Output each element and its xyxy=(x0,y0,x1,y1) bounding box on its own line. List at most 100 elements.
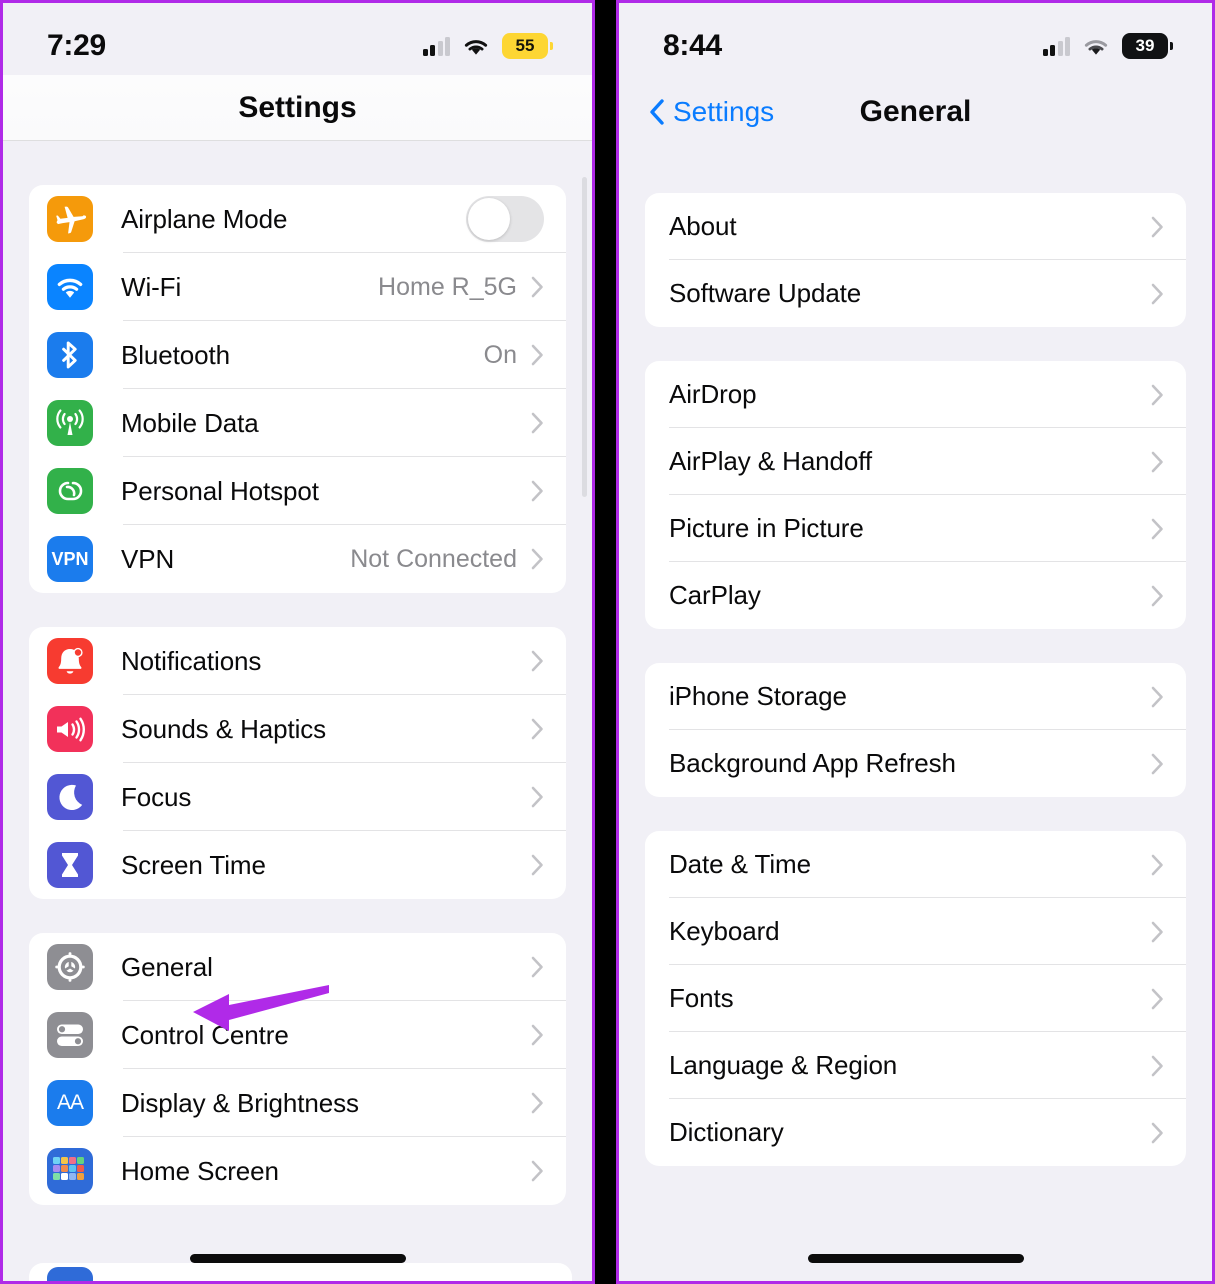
settings-row-personal-hotspot[interactable]: Personal Hotspot xyxy=(29,457,566,525)
chevron-right-icon xyxy=(1151,854,1163,875)
row-label: About xyxy=(669,211,737,241)
chevron-right-icon xyxy=(1151,384,1163,405)
settings-row-bluetooth[interactable]: Bluetooth On xyxy=(29,321,566,389)
partial-row-cutoff xyxy=(29,1263,572,1281)
battery-indicator: 39 xyxy=(1122,33,1173,59)
row-label: AirDrop xyxy=(669,379,757,409)
settings-row-vpn[interactable]: VPN VPN Not Connected xyxy=(29,525,566,593)
hourglass-icon xyxy=(47,842,93,888)
phone-panel-general: 8:44 39 Settings General About Software … xyxy=(616,0,1215,1284)
row-label: Date & Time xyxy=(669,849,811,879)
row-label: Notifications xyxy=(121,645,262,676)
speaker-icon xyxy=(47,706,93,752)
row-label: Airplane Mode xyxy=(121,203,288,234)
panel-gap xyxy=(595,0,616,1284)
wifi-icon xyxy=(464,39,488,55)
home-indicator xyxy=(807,1254,1024,1263)
settings-row-screen-time[interactable]: Screen Time xyxy=(29,831,566,899)
settings-row-display-brightness[interactable]: AA Display & Brightness xyxy=(29,1069,566,1137)
toggle-switch[interactable] xyxy=(466,196,544,242)
row-label: Personal Hotspot xyxy=(121,475,319,506)
general-row-language-region[interactable]: Language & Region xyxy=(645,1032,1186,1099)
chevron-right-icon xyxy=(531,786,543,808)
chevron-right-icon xyxy=(531,1160,543,1182)
row-label: Focus xyxy=(121,781,192,812)
row-label: Software Update xyxy=(669,278,862,308)
chevron-right-icon xyxy=(1151,451,1163,472)
settings-row-notifications[interactable]: Notifications xyxy=(29,627,566,695)
home-screen-icon xyxy=(47,1148,93,1194)
bell-icon xyxy=(47,638,93,684)
page-title: Settings xyxy=(238,90,357,124)
toggle-knob xyxy=(468,198,510,240)
chevron-right-icon xyxy=(1151,988,1163,1009)
chevron-right-icon xyxy=(531,276,543,298)
general-row-keyboard[interactable]: Keyboard xyxy=(645,898,1186,965)
settings-row-general[interactable]: General xyxy=(29,933,566,1001)
general-row-date-time[interactable]: Date & Time xyxy=(645,831,1186,898)
screenshot-stage: 7:29 55 Settings Airplane Mode Wi-Fi Home … xyxy=(0,0,1215,1284)
scroll-indicator[interactable] xyxy=(582,177,587,497)
battery-indicator: 55 xyxy=(502,33,553,59)
chevron-right-icon xyxy=(1151,518,1163,539)
chevron-right-icon xyxy=(1151,1122,1163,1143)
status-bar-left: 7:29 55 xyxy=(3,3,592,75)
chevron-right-icon xyxy=(531,1024,543,1046)
general-row-fonts[interactable]: Fonts xyxy=(645,965,1186,1032)
back-button[interactable]: Settings xyxy=(649,96,774,128)
display-brightness-icon: AA xyxy=(47,1080,93,1126)
general-row-carplay[interactable]: CarPlay xyxy=(645,562,1186,629)
row-label: Screen Time xyxy=(121,849,266,880)
row-label: CarPlay xyxy=(669,580,761,610)
cellular-antenna-icon xyxy=(47,400,93,446)
general-row-picture-in-picture[interactable]: Picture in Picture xyxy=(645,495,1186,562)
settings-group-connectivity: Airplane Mode Wi-Fi Home R_5G Bluetooth On Mo… xyxy=(29,185,566,593)
vpn-icon: VPN xyxy=(47,536,93,582)
row-label: Display & Brightness xyxy=(121,1087,359,1118)
settings-row-airplane-mode[interactable]: Airplane Mode xyxy=(29,185,566,253)
settings-row-sounds-haptics[interactable]: Sounds & Haptics xyxy=(29,695,566,763)
settings-row-home-screen[interactable]: Home Screen xyxy=(29,1137,566,1205)
status-clock: 8:44 xyxy=(663,29,722,62)
moon-icon xyxy=(47,774,93,820)
settings-row-mobile-data[interactable]: Mobile Data xyxy=(29,389,566,457)
general-row-dictionary[interactable]: Dictionary xyxy=(645,1099,1186,1166)
row-value: Home R_5G xyxy=(378,272,517,301)
chevron-right-icon xyxy=(531,956,543,978)
general-row-iphone-storage[interactable]: iPhone Storage xyxy=(645,663,1186,730)
back-button-label: Settings xyxy=(673,96,775,127)
chevron-right-icon xyxy=(1151,921,1163,942)
gear-icon xyxy=(47,944,93,990)
settings-group-alerts: Notifications Sounds & Haptics Focus Screen… xyxy=(29,627,566,899)
settings-row-control-centre[interactable]: Control Centre xyxy=(29,1001,566,1069)
general-scroll-area[interactable]: About Software Update AirDrop AirPlay & Han… xyxy=(619,149,1212,1281)
general-group-storage: iPhone Storage Background App Refresh xyxy=(645,663,1186,797)
settings-row-wi-fi[interactable]: Wi-Fi Home R_5G xyxy=(29,253,566,321)
nav-bar-right: Settings General xyxy=(619,75,1212,149)
general-row-airplay-handoff[interactable]: AirPlay & Handoff xyxy=(645,428,1186,495)
settings-scroll-area[interactable]: Airplane Mode Wi-Fi Home R_5G Bluetooth On Mo… xyxy=(3,141,592,1281)
general-row-airdrop[interactable]: AirDrop xyxy=(645,361,1186,428)
general-row-about[interactable]: About xyxy=(645,193,1186,260)
chevron-right-icon xyxy=(531,854,543,876)
general-row-software-update[interactable]: Software Update xyxy=(645,260,1186,327)
general-group-localization: Date & Time Keyboard Fonts Language & Regio… xyxy=(645,831,1186,1166)
row-label: Sounds & Haptics xyxy=(121,713,327,744)
hotspot-link-icon xyxy=(47,468,93,514)
status-indicators: 55 xyxy=(422,33,553,59)
row-value: Not Connected xyxy=(350,544,517,573)
row-label: Control Centre xyxy=(121,1019,289,1050)
row-label: General xyxy=(121,951,213,982)
row-label: iPhone Storage xyxy=(669,681,847,711)
general-row-background-app-refresh[interactable]: Background App Refresh xyxy=(645,730,1186,797)
row-label: Keyboard xyxy=(669,916,780,946)
status-indicators: 39 xyxy=(1042,33,1173,59)
general-group-sharing: AirDrop AirPlay & Handoff Picture in Pictu… xyxy=(645,361,1186,629)
row-label: Mobile Data xyxy=(121,407,259,438)
chevron-right-icon xyxy=(531,718,543,740)
bluetooth-icon xyxy=(47,332,93,378)
chevron-right-icon xyxy=(1151,216,1163,237)
home-indicator xyxy=(189,1254,406,1263)
settings-row-focus[interactable]: Focus xyxy=(29,763,566,831)
control-centre-icon xyxy=(47,1012,93,1058)
